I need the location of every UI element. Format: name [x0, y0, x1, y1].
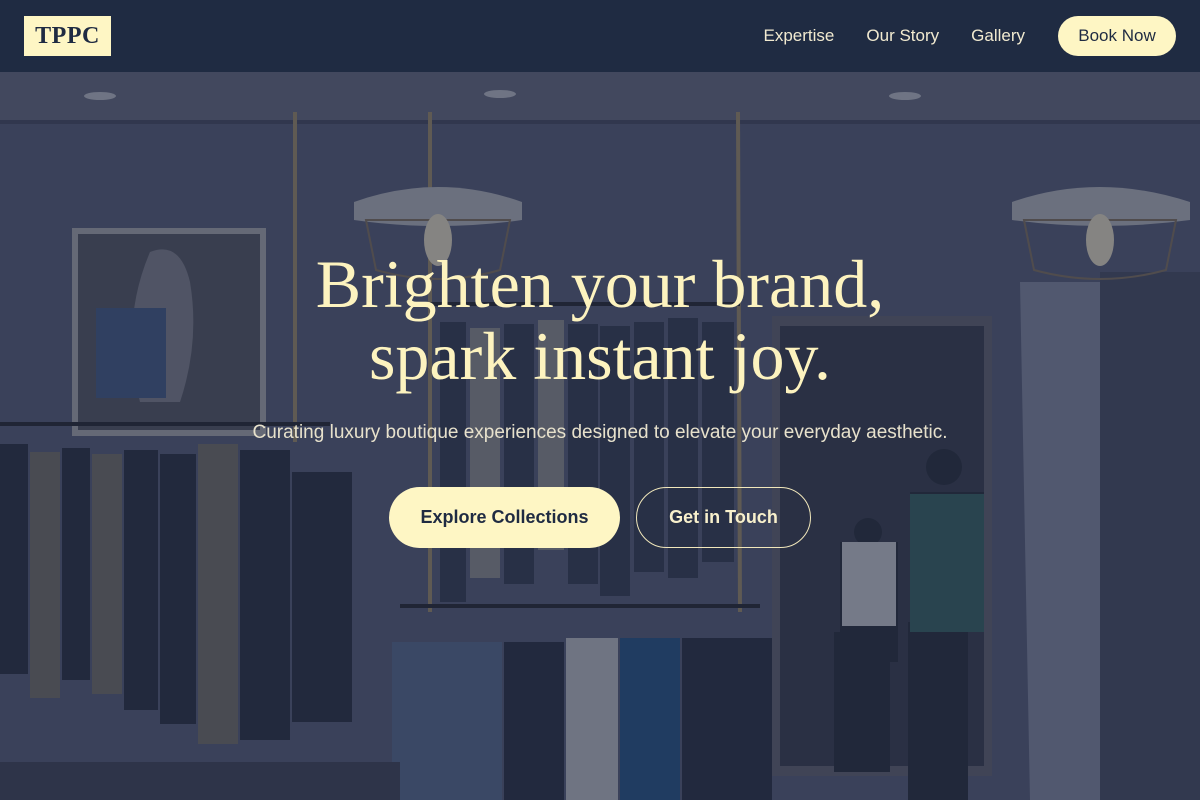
- top-nav: TPPC Expertise Our Story Gallery Book No…: [0, 0, 1200, 72]
- nav-link-expertise[interactable]: Expertise: [764, 26, 835, 46]
- book-now-button[interactable]: Book Now: [1058, 16, 1176, 56]
- explore-collections-button[interactable]: Explore Collections: [389, 487, 620, 548]
- get-in-touch-button[interactable]: Get in Touch: [636, 487, 811, 548]
- hero-content: Brighten your brand, spark instant joy. …: [0, 72, 1200, 800]
- hero-headline: Brighten your brand, spark instant joy.: [0, 248, 1200, 392]
- nav-link-our-story[interactable]: Our Story: [866, 26, 939, 46]
- hero-cta-row: Explore Collections Get in Touch: [389, 487, 811, 548]
- nav-links: Expertise Our Story Gallery Book Now: [764, 16, 1176, 56]
- hero-headline-line1: Brighten your brand,: [315, 246, 885, 322]
- nav-link-gallery[interactable]: Gallery: [971, 26, 1025, 46]
- brand-logo[interactable]: TPPC: [24, 16, 111, 56]
- hero-subline: Curating luxury boutique experiences des…: [252, 422, 948, 443]
- hero-headline-line2: spark instant joy.: [368, 318, 832, 394]
